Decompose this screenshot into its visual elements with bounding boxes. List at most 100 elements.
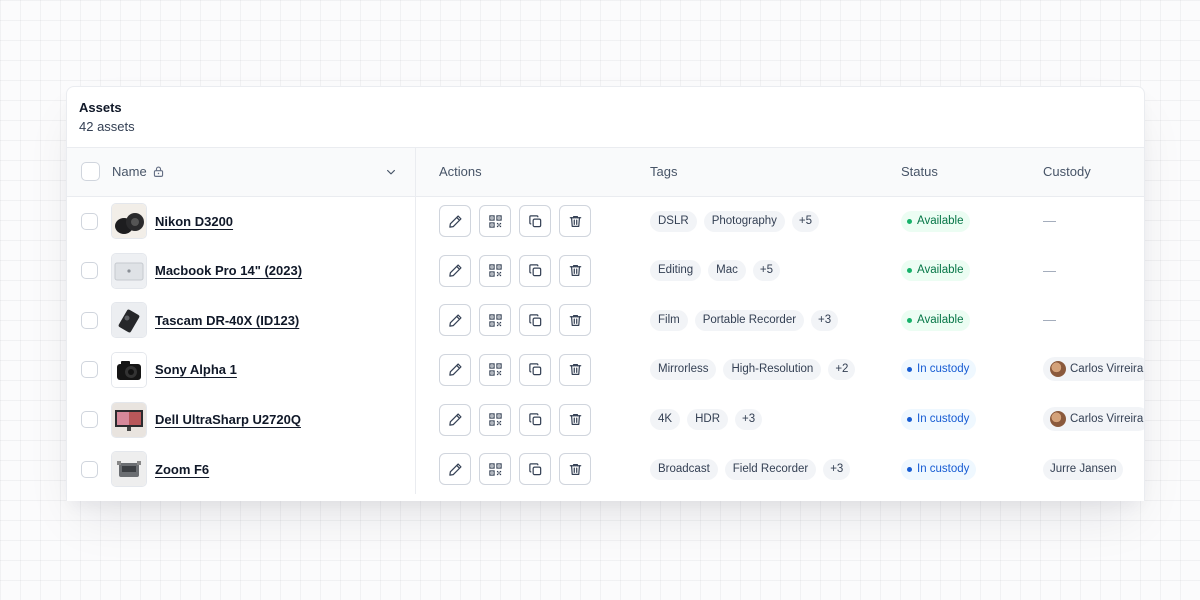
status-dot-icon <box>907 466 912 472</box>
table-row: Zoom F6 Broadcast Field Recorder +3 In c… <box>67 444 1144 495</box>
edit-button[interactable] <box>439 403 471 436</box>
status-cell: Available <box>884 295 1025 345</box>
asset-name-link[interactable]: Dell UltraSharp U2720Q <box>155 412 301 427</box>
tag-badge: Field Recorder <box>724 458 817 480</box>
edit-button[interactable] <box>439 254 471 287</box>
name-cell: Tascam DR-40X (ID123) <box>67 295 416 346</box>
status-badge: In custody <box>901 409 977 431</box>
custodian-name: Carlos Virreira <box>1070 362 1144 375</box>
asset-name-link[interactable]: Macbook Pro 14" (2023) <box>155 263 302 278</box>
copy-icon <box>528 462 543 477</box>
qr-code-button[interactable] <box>479 205 511 238</box>
more-tags-badge[interactable]: +3 <box>823 458 851 480</box>
pencil-icon <box>448 362 463 377</box>
name-cell: Zoom F6 <box>67 444 416 495</box>
more-tags-badge[interactable]: +5 <box>752 260 781 282</box>
copy-icon <box>528 412 543 427</box>
tags-cell: Film Portable Recorder +3 <box>633 295 884 345</box>
trash-icon <box>568 362 583 377</box>
delete-button[interactable] <box>559 205 591 238</box>
duplicate-button[interactable] <box>519 403 551 436</box>
card-header: Assets 42 assets <box>67 87 1144 148</box>
name-cell: Dell UltraSharp U2720Q <box>67 394 416 445</box>
status-cell: In custody <box>884 444 1025 494</box>
row-checkbox[interactable] <box>81 460 98 478</box>
tag-badge: Photography <box>703 210 785 232</box>
asset-name-link[interactable]: Zoom F6 <box>155 462 209 477</box>
asset-name-link[interactable]: Tascam DR-40X (ID123) <box>155 313 299 328</box>
qr-code-button[interactable] <box>479 254 511 287</box>
edit-button[interactable] <box>439 304 471 337</box>
status-label: Available <box>917 264 964 277</box>
row-checkbox[interactable] <box>81 411 98 429</box>
custodian-badge[interactable]: Jurre Jansen <box>1043 458 1124 480</box>
tags-cell: 4K HDR +3 <box>633 395 884 445</box>
row-checkbox[interactable] <box>81 212 98 230</box>
table-header-row: Name Actions Tags Status Custody <box>67 148 1144 197</box>
duplicate-button[interactable] <box>519 453 551 486</box>
column-name-label[interactable]: Name <box>112 164 147 179</box>
asset-name-link[interactable]: Sony Alpha 1 <box>155 362 237 377</box>
select-all-checkbox[interactable] <box>81 162 100 182</box>
more-tags-badge[interactable]: +3 <box>811 309 839 331</box>
status-cell: Available <box>884 196 1025 246</box>
delete-button[interactable] <box>559 304 591 337</box>
tags-cell: Mirrorless High-Resolution +2 <box>633 345 884 395</box>
more-tags-badge[interactable]: +3 <box>735 409 763 431</box>
copy-icon <box>528 313 543 328</box>
copy-icon <box>528 263 543 278</box>
status-dot-icon <box>907 367 912 373</box>
edit-button[interactable] <box>439 205 471 238</box>
asset-thumbnail <box>111 351 147 388</box>
custody-cell: Jurre Jansen <box>1025 444 1144 494</box>
custodian-badge[interactable]: Carlos Virreira <box>1043 407 1144 432</box>
tag-badge: Film <box>650 309 688 331</box>
status-badge: In custody <box>901 458 977 480</box>
row-checkbox[interactable] <box>81 361 98 379</box>
row-checkbox[interactable] <box>81 311 98 329</box>
duplicate-button[interactable] <box>519 304 551 337</box>
asset-thumbnail <box>111 451 147 488</box>
qr-code-button[interactable] <box>479 453 511 486</box>
chevron-down-icon[interactable] <box>385 166 397 178</box>
lock-icon <box>152 165 165 178</box>
status-dot-icon <box>907 268 912 274</box>
tags-cell: Broadcast Field Recorder +3 <box>633 444 884 494</box>
avatar <box>1050 361 1066 378</box>
status-dot-icon <box>907 417 912 423</box>
tag-badge: Editing <box>650 260 702 282</box>
qr-code-button[interactable] <box>479 353 511 386</box>
delete-button[interactable] <box>559 453 591 486</box>
pencil-icon <box>448 412 463 427</box>
delete-button[interactable] <box>559 254 591 287</box>
delete-button[interactable] <box>559 403 591 436</box>
asset-thumbnail <box>111 252 147 289</box>
delete-button[interactable] <box>559 353 591 386</box>
name-cell: Nikon D3200 <box>67 196 416 246</box>
more-tags-badge[interactable]: +2 <box>828 359 856 381</box>
custody-empty: — <box>1043 262 1056 278</box>
duplicate-button[interactable] <box>519 205 551 238</box>
trash-icon <box>568 263 583 278</box>
asset-name-link[interactable]: Nikon D3200 <box>155 214 233 229</box>
status-cell: In custody <box>884 395 1025 445</box>
qr-code-button[interactable] <box>479 304 511 337</box>
qr-code-button[interactable] <box>479 403 511 436</box>
row-checkbox[interactable] <box>81 262 98 280</box>
assets-table: Name Actions Tags Status Custody Nikon D… <box>67 148 1144 495</box>
duplicate-button[interactable] <box>519 254 551 287</box>
edit-button[interactable] <box>439 453 471 486</box>
duplicate-button[interactable] <box>519 353 551 386</box>
more-tags-badge[interactable]: +5 <box>791 210 820 232</box>
asset-count: 42 assets <box>79 119 135 134</box>
custody-cell: Carlos Virreira <box>1025 345 1144 395</box>
custody-cell: — <box>1025 196 1144 246</box>
name-cell: Sony Alpha 1 <box>67 345 416 395</box>
tag-badge: Portable Recorder <box>694 309 805 331</box>
column-tags: Tags <box>633 148 884 197</box>
edit-button[interactable] <box>439 353 471 386</box>
status-label: In custody <box>917 363 970 376</box>
custody-empty: — <box>1043 213 1056 229</box>
custodian-badge[interactable]: Carlos Virreira <box>1043 357 1144 382</box>
status-cell: Available <box>884 246 1025 296</box>
